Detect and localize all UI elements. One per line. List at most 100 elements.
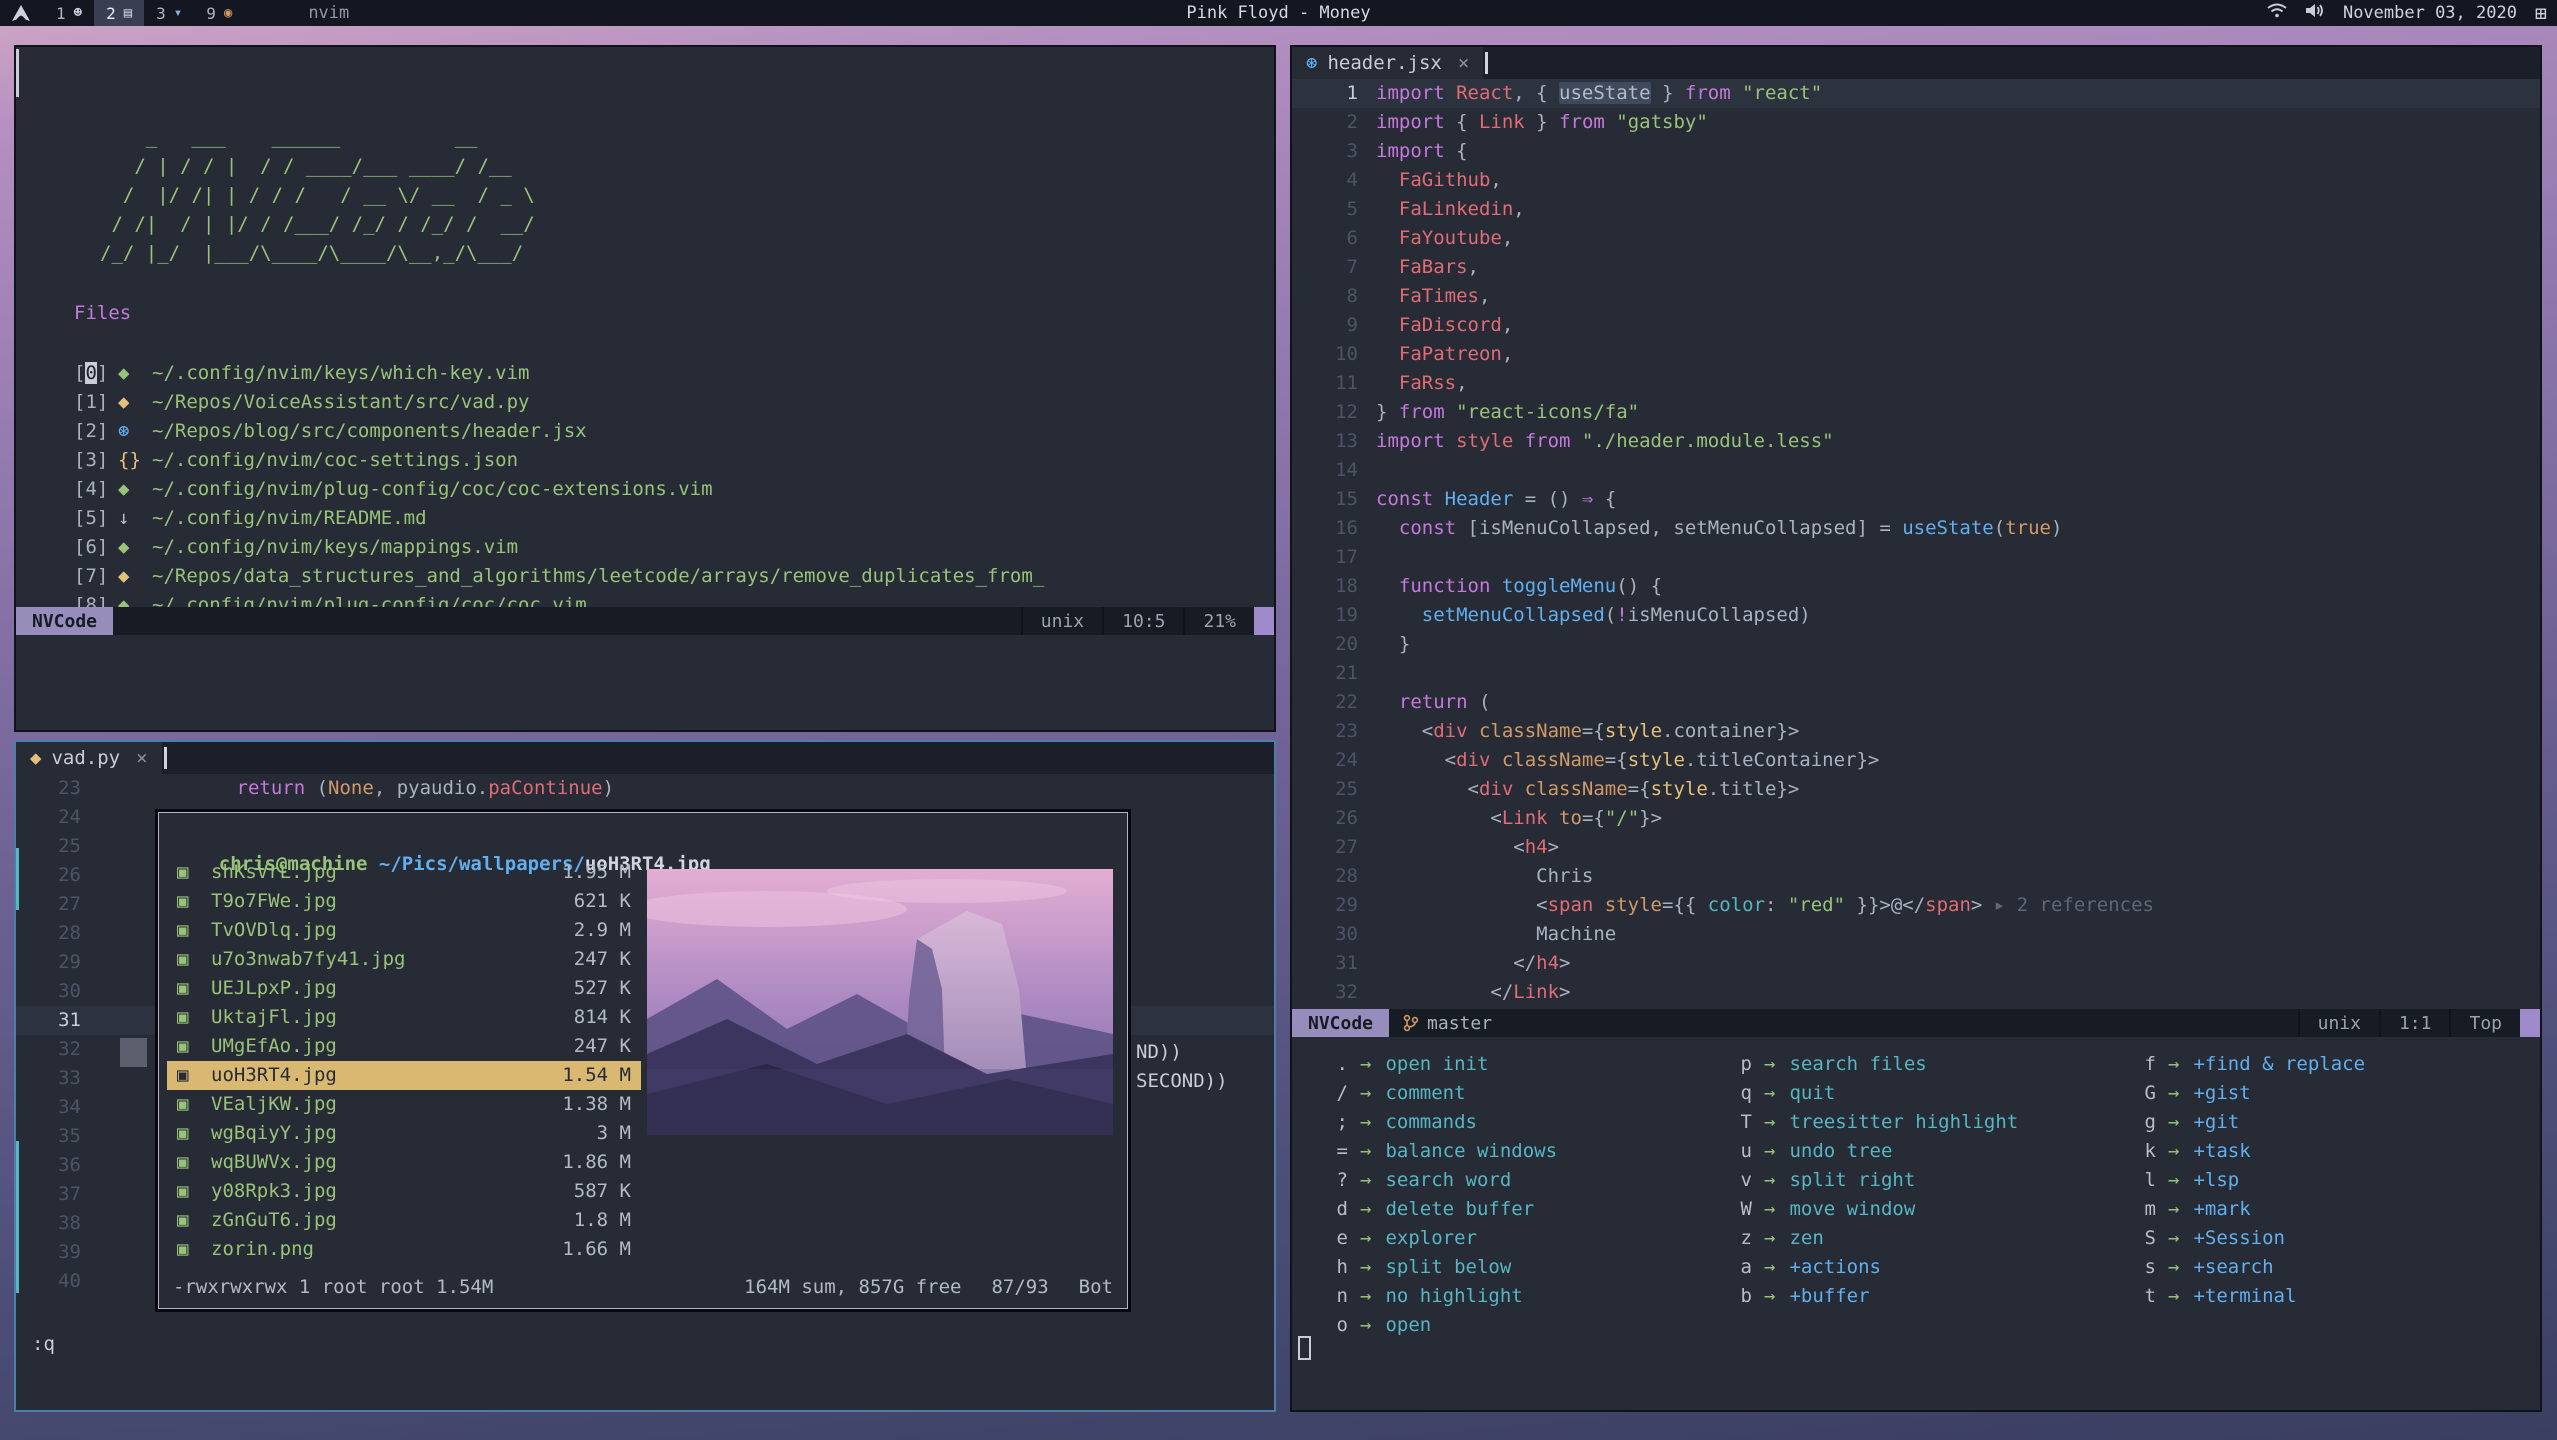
whichkey-binding[interactable]: m→+mark: [2130, 1195, 2365, 1224]
code-line[interactable]: 7 FaBars,: [1292, 253, 2540, 282]
code-line[interactable]: 26 <Link to={"/"}>: [1292, 804, 2540, 833]
whichkey-binding[interactable]: e→explorer: [1322, 1224, 1557, 1253]
whichkey-binding[interactable]: T→treesitter highlight: [1726, 1108, 2018, 1137]
whichkey-binding[interactable]: f→+find & replace: [2130, 1050, 2365, 1079]
code-line[interactable]: 19 setMenuCollapsed(!isMenuCollapsed): [1292, 601, 2540, 630]
file-row[interactable]: ▣shKsVrL.jpg1.95 M: [167, 858, 641, 887]
file-row[interactable]: ▣UMgEfAo.jpg247 K: [167, 1032, 641, 1061]
whichkey-binding[interactable]: n→no highlight: [1322, 1282, 1557, 1311]
workspace-button-1[interactable]: 1☻: [44, 0, 94, 26]
whichkey-binding[interactable]: =→balance windows: [1322, 1137, 1557, 1166]
whichkey-binding[interactable]: l→+lsp: [2130, 1166, 2365, 1195]
code-line[interactable]: 18 function toggleMenu() {: [1292, 572, 2540, 601]
whichkey-binding[interactable]: S→+Session: [2130, 1224, 2365, 1253]
layout-mode-icon[interactable]: ⊞: [2535, 1, 2547, 25]
code-line[interactable]: 28 Chris: [1292, 862, 2540, 891]
recent-file-item[interactable]: [6]◆~/.config/nvim/keys/mappings.vim: [74, 533, 1044, 562]
image-icon: ▣: [177, 974, 211, 1003]
command-line[interactable]: :q: [32, 1330, 55, 1359]
file-row[interactable]: ▣y08Rpk3.jpg587 K: [167, 1177, 641, 1206]
code-line[interactable]: 20 }: [1292, 630, 2540, 659]
code-line[interactable]: 1import React, { useState } from "react": [1292, 79, 2540, 108]
code-line[interactable]: 13import style from "./header.module.les…: [1292, 427, 2540, 456]
file-row[interactable]: ▣u7o3nwab7fy41.jpg247 K: [167, 945, 641, 974]
code-text: FaPatreon,: [1358, 340, 1513, 369]
whichkey-binding[interactable]: o→open: [1322, 1311, 1557, 1340]
file-size: 1.95 M: [562, 858, 631, 887]
code-line[interactable]: 5 FaLinkedin,: [1292, 195, 2540, 224]
whichkey-binding[interactable]: ?→search word: [1322, 1166, 1557, 1195]
code-line[interactable]: 21: [1292, 659, 2540, 688]
whichkey-binding[interactable]: k→+task: [2130, 1137, 2365, 1166]
whichkey-binding[interactable]: d→delete buffer: [1322, 1195, 1557, 1224]
file-row[interactable]: ▣VEaljKW.jpg1.38 M: [167, 1090, 641, 1119]
file-row[interactable]: ▣zGnGuT6.jpg1.8 M: [167, 1206, 641, 1235]
code-line[interactable]: 15const Header = () ⇒ {: [1292, 485, 2540, 514]
recent-file-item[interactable]: [1]◆~/Repos/VoiceAssistant/src/vad.py: [74, 388, 1044, 417]
file-row[interactable]: ▣wqBUWVx.jpg1.86 M: [167, 1148, 641, 1177]
code-line[interactable]: 12} from "react-icons/fa": [1292, 398, 2540, 427]
file-row[interactable]: ▣TvOVDlq.jpg2.9 M: [167, 916, 641, 945]
file-row[interactable]: ▣uoH3RT4.jpg1.54 M: [167, 1061, 641, 1090]
file-row[interactable]: ▣UktajFl.jpg814 K: [167, 1003, 641, 1032]
code-line[interactable]: 10 FaPatreon,: [1292, 340, 2540, 369]
workspace-button-2[interactable]: 2▤: [94, 0, 144, 26]
whichkey-binding[interactable]: ;→commands: [1322, 1108, 1557, 1137]
wifi-icon[interactable]: [2267, 3, 2287, 23]
code-line[interactable]: 27 <h4>: [1292, 833, 2540, 862]
recent-file-item[interactable]: [4]◆~/.config/nvim/plug-config/coc/coc-e…: [74, 475, 1044, 504]
code-line[interactable]: 30 Machine: [1292, 920, 2540, 949]
whichkey-binding[interactable]: p→search files: [1726, 1050, 2018, 1079]
whichkey-binding[interactable]: .→open init: [1322, 1050, 1557, 1079]
code-line[interactable]: 8 FaTimes,: [1292, 282, 2540, 311]
whichkey-binding[interactable]: t→+terminal: [2130, 1282, 2365, 1311]
code-line[interactable]: 2import { Link } from "gatsby": [1292, 108, 2540, 137]
recent-file-item[interactable]: [5]↓~/.config/nvim/README.md: [74, 504, 1044, 533]
code-line[interactable]: 16 const [isMenuCollapsed, setMenuCollap…: [1292, 514, 2540, 543]
code-line[interactable]: 22 return (: [1292, 688, 2540, 717]
code-line[interactable]: 9 FaDiscord,: [1292, 311, 2540, 340]
code-line[interactable]: 25 <div className={style.title}>: [1292, 775, 2540, 804]
recent-file-item[interactable]: [0]◆~/.config/nvim/keys/which-key.vim: [74, 359, 1044, 388]
whichkey-binding[interactable]: h→split below: [1322, 1253, 1557, 1282]
code-line[interactable]: 4 FaGithub,: [1292, 166, 2540, 195]
code-line[interactable]: 32 </Link>: [1292, 978, 2540, 1007]
code-text: import { Link } from "gatsby": [1358, 108, 1708, 137]
tab-header-jsx[interactable]: ⊛ header.jsx ×: [1292, 47, 1483, 79]
workspace-button-3[interactable]: 3▾: [144, 0, 194, 26]
code-line[interactable]: 23 <div className={style.container}>: [1292, 717, 2540, 746]
whichkey-binding[interactable]: G→+gist: [2130, 1079, 2365, 1108]
close-icon[interactable]: ×: [136, 747, 147, 769]
whichkey-binding[interactable]: g→+git: [2130, 1108, 2365, 1137]
whichkey-binding[interactable]: v→split right: [1726, 1166, 2018, 1195]
file-row[interactable]: ▣T9o7FWe.jpg621 K: [167, 887, 641, 916]
code-line[interactable]: 6 FaYoutube,: [1292, 224, 2540, 253]
whichkey-binding[interactable]: W→move window: [1726, 1195, 2018, 1224]
file-row[interactable]: ▣UEJLpxP.jpg527 K: [167, 974, 641, 1003]
whichkey-binding[interactable]: z→zen: [1726, 1224, 2018, 1253]
file-row[interactable]: ▣wgBqiyY.jpg3 M: [167, 1119, 641, 1148]
code-line[interactable]: 17: [1292, 543, 2540, 572]
volume-icon[interactable]: [2305, 3, 2325, 23]
code-line[interactable]: 14: [1292, 456, 2540, 485]
code-line[interactable]: 29 <span style={{ color: "red" }}>@</spa…: [1292, 891, 2540, 920]
whichkey-binding[interactable]: s→+search: [2130, 1253, 2365, 1282]
workspace-button-9[interactable]: 9◉: [194, 0, 244, 26]
code-line[interactable]: 3import {: [1292, 137, 2540, 166]
whichkey-binding[interactable]: a→+actions: [1726, 1253, 2018, 1282]
code-line[interactable]: 11 FaRss,: [1292, 369, 2540, 398]
code-line[interactable]: 24 <div className={style.titleContainer}…: [1292, 746, 2540, 775]
recent-file-item[interactable]: [2]⊛~/Repos/blog/src/components/header.j…: [74, 417, 1044, 446]
whichkey-binding[interactable]: u→undo tree: [1726, 1137, 2018, 1166]
whichkey-binding[interactable]: q→quit: [1726, 1079, 2018, 1108]
code-line[interactable]: 23 return (None, pyaudio.paContinue): [16, 774, 1274, 803]
scrollbar-thumb[interactable]: [16, 49, 19, 97]
recent-file-item[interactable]: [7]◆~/Repos/data_structures_and_algorith…: [74, 562, 1044, 591]
recent-file-item[interactable]: [3]{}~/.config/nvim/coc-settings.json: [74, 446, 1044, 475]
whichkey-binding[interactable]: b→+buffer: [1726, 1282, 2018, 1311]
close-icon[interactable]: ×: [1458, 52, 1469, 74]
whichkey-binding[interactable]: /→comment: [1322, 1079, 1557, 1108]
code-line[interactable]: 31 </h4>: [1292, 949, 2540, 978]
tab-vad-py[interactable]: ◆ vad.py ×: [16, 742, 162, 774]
file-row[interactable]: ▣zorin.png1.66 M: [167, 1235, 641, 1264]
